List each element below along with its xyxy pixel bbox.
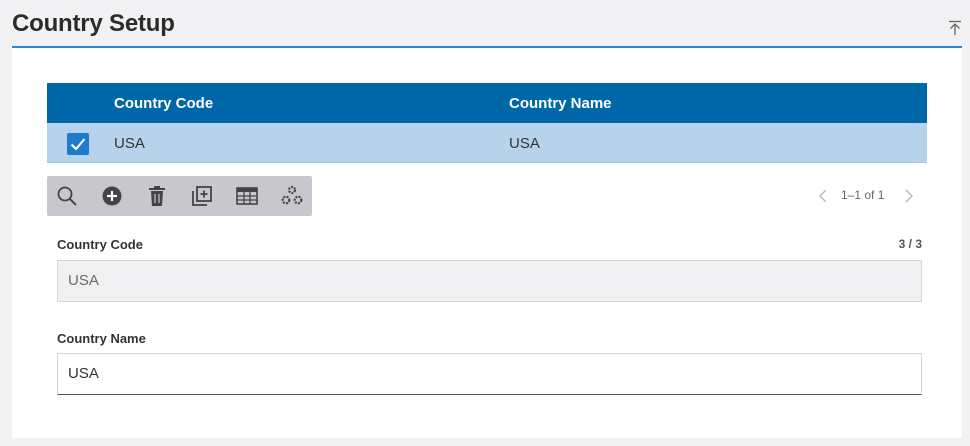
page-info: 1–1 of 1 xyxy=(841,188,885,202)
delete-icon[interactable] xyxy=(145,184,169,208)
column-header-country-name[interactable]: Country Name xyxy=(509,95,612,112)
table-view-icon[interactable] xyxy=(235,184,259,208)
page-header: Country Setup xyxy=(12,0,962,48)
content-panel: Country Code Country Name USA USA 1–1 of… xyxy=(12,48,962,438)
page-title: Country Setup xyxy=(12,10,175,37)
country-name-field[interactable]: USA xyxy=(57,353,922,395)
previous-page-icon[interactable] xyxy=(817,187,829,205)
settings-icon[interactable] xyxy=(280,184,304,208)
country-grid: Country Code Country Name USA USA xyxy=(47,83,927,163)
collapse-to-top-icon[interactable] xyxy=(948,20,962,36)
search-icon[interactable] xyxy=(55,184,79,208)
grid-header: Country Code Country Name xyxy=(47,83,927,123)
grid-toolbar xyxy=(47,176,312,216)
character-counter: 3 / 3 xyxy=(898,237,922,251)
cell-country-name: USA xyxy=(509,135,540,152)
country-code-label: Country Code xyxy=(57,237,143,252)
column-header-country-code[interactable]: Country Code xyxy=(114,95,213,112)
country-name-label: Country Name xyxy=(57,331,146,346)
table-row[interactable]: USA USA xyxy=(47,123,927,163)
country-code-field: USA xyxy=(57,260,922,302)
add-icon[interactable] xyxy=(100,184,124,208)
row-checkbox[interactable] xyxy=(67,133,89,155)
cell-country-code: USA xyxy=(114,135,145,152)
next-page-icon[interactable] xyxy=(903,187,915,205)
checkmark-icon xyxy=(70,138,86,151)
duplicate-icon[interactable] xyxy=(190,184,214,208)
pagination: 1–1 of 1 xyxy=(817,186,917,206)
